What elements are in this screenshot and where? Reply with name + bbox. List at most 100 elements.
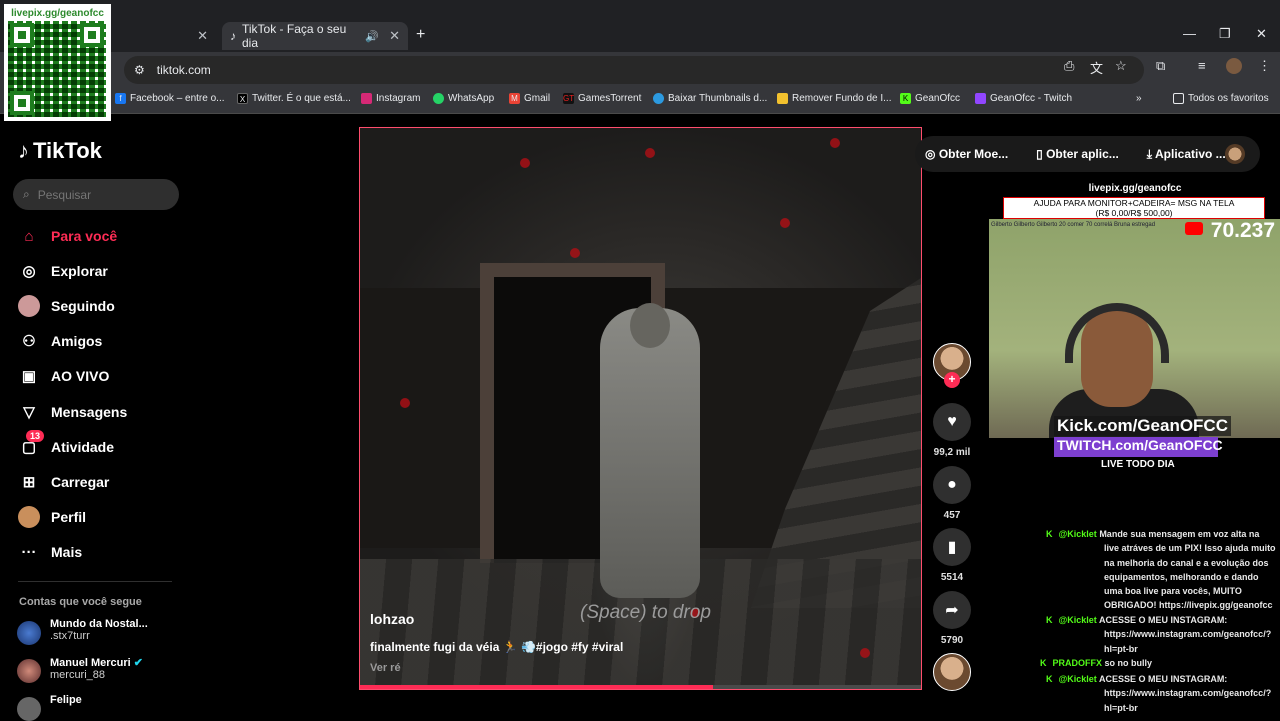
search-icon: ⌕	[23, 187, 30, 201]
video-progress-fill	[360, 685, 714, 689]
menu-icon[interactable]: ⋮	[1258, 58, 1271, 74]
qr-finder	[10, 91, 34, 115]
video-progress-bar[interactable]	[360, 685, 921, 689]
bookmark-facebook[interactable]: f Facebook – entre o...	[115, 93, 225, 104]
comment-button[interactable]: ● 457	[933, 466, 971, 521]
thumbnails-icon	[653, 93, 664, 104]
qr-finder	[10, 23, 34, 47]
browser-tab-bar: ✕ ♪ TikTok - Faça o seu dia 🔊 ✕ + — ❐ ✕	[0, 0, 1280, 52]
new-tab-icon[interactable]: +	[416, 26, 425, 44]
bookmark-whatsapp[interactable]: WhatsApp	[433, 93, 494, 104]
user-avatar[interactable]	[1225, 144, 1245, 164]
divider	[18, 581, 172, 582]
gmail-icon: M	[509, 93, 520, 104]
bookmark-remove-bg[interactable]: Remover Fundo de I...	[777, 93, 892, 104]
translate-icon[interactable]: 文	[1090, 58, 1103, 77]
account-avatar	[17, 621, 41, 645]
bookmark-instagram[interactable]: Instagram	[361, 93, 420, 104]
profile-avatar[interactable]	[1226, 58, 1242, 74]
save-count: 5514	[940, 572, 964, 583]
close-tab-icon[interactable]: ✕	[389, 28, 400, 44]
media-icon[interactable]: ≡	[1198, 58, 1206, 73]
video-description: finalmente fugi da véia 🏃 💨#jogo #fy #vi…	[370, 640, 624, 654]
facebook-icon: f	[115, 93, 126, 104]
chat-user: @Kicklet	[1058, 674, 1097, 684]
creator-avatar-button[interactable]: +	[933, 343, 971, 388]
more-bookmarks-icon[interactable]: »	[1136, 93, 1142, 104]
share-button[interactable]: ➦ 5790	[933, 591, 971, 646]
all-bookmarks[interactable]: Todos os favoritos	[1173, 93, 1269, 104]
follow-plus-icon[interactable]: +	[944, 372, 960, 388]
install-app-icon[interactable]: ⎙	[1064, 58, 1074, 74]
address-row: ⚙ tiktok.com	[0, 52, 1280, 86]
pix-qr-overlay: livepix.gg/geanofcc	[4, 4, 111, 121]
get-coins-button[interactable]: ◎ Obter Moe...	[925, 147, 1022, 161]
verified-icon: ✔	[133, 657, 143, 669]
tiktok-logo[interactable]: ♪ TikTok	[18, 138, 102, 164]
nav-upload[interactable]: ⊞ Carregar	[18, 471, 110, 493]
close-tab-icon[interactable]: ✕	[197, 28, 208, 44]
nav-more[interactable]: ··· Mais	[18, 541, 83, 563]
address-bar[interactable]: ⚙ tiktok.com	[124, 56, 1144, 84]
followed-account[interactable]: Felipe	[17, 694, 82, 721]
chat-message: K @Kicklet ACESSE O MEU INSTAGRAM: https:…	[1046, 672, 1276, 715]
top-right-bar: ◎ Obter Moe... ▯ Obter aplic... ⤓ Aplica…	[915, 136, 1260, 172]
bookmark-kick[interactable]: K GeanOfcc	[900, 93, 960, 104]
followed-account[interactable]: Mundo da Nostal... .stx7turr	[17, 618, 148, 645]
bookmark-gamestorrent[interactable]: GT GamesTorrent	[563, 93, 641, 104]
chat-message: K @Kicklet Mande sua mensagem em voz alta…	[1046, 527, 1276, 613]
ingame-hint: (Space) to drop	[580, 602, 711, 623]
site-info-icon[interactable]: ⚙	[134, 63, 145, 77]
nav-messages[interactable]: ▽ Mensagens	[18, 401, 127, 423]
bookmark-star-icon[interactable]: ☆	[1115, 58, 1127, 74]
like-button[interactable]: ♥ 99,2 mil	[933, 403, 971, 458]
donor-names: Gilberto Gilberto Gilberto 20 comer 70 c…	[991, 222, 1156, 228]
profile-avatar-icon	[18, 506, 40, 528]
followed-account[interactable]: Manuel Mercuri ✔ mercuri_88	[17, 656, 143, 683]
video-player[interactable]: (Space) to drop lohzao finalmente fugi d…	[359, 127, 922, 690]
twitch-banner: TWITCH.com/GeanOFCC	[1054, 437, 1223, 457]
account-name: Mundo da Nostal...	[50, 618, 148, 630]
chat-user: @Kicklet	[1058, 529, 1097, 539]
upload-icon: ⊞	[22, 474, 36, 491]
nav-following[interactable]: Seguindo	[18, 295, 115, 317]
friends-icon: ⚇	[22, 333, 36, 350]
nav-for-you[interactable]: ⌂ Para você	[18, 225, 117, 247]
folder-icon	[1173, 93, 1184, 104]
close-window-icon[interactable]: ✕	[1256, 26, 1267, 42]
bookmark-icon: ▮	[933, 528, 971, 566]
bookmark-twitch[interactable]: GeanOfcc - Twitch	[975, 93, 1072, 104]
messages-icon: ▽	[23, 404, 35, 421]
get-app-button[interactable]: ▯ Obter aplic...	[1036, 147, 1133, 161]
bookmark-twitter[interactable]: X Twitter. É o que está...	[237, 93, 351, 104]
account-name: Felipe	[50, 694, 82, 706]
goal-title: AJUDA PARA MONITOR+CADEIRA= MSG NA TELA	[1033, 198, 1235, 208]
search-input[interactable]	[37, 187, 158, 202]
extensions-icon[interactable]: ⧉	[1156, 58, 1165, 74]
nav-explore[interactable]: ◎ Explorar	[18, 260, 107, 282]
browser-tab-inactive[interactable]: ✕	[112, 22, 216, 50]
see-more-link[interactable]: Ver ré	[370, 662, 401, 674]
nav-friends[interactable]: ⚇ Amigos	[18, 330, 102, 352]
save-button[interactable]: ▮ 5514	[933, 528, 971, 583]
gamestorrent-icon: GT	[563, 93, 575, 104]
nav-profile[interactable]: Perfil	[18, 506, 86, 528]
browser-tab-tiktok[interactable]: ♪ TikTok - Faça o seu dia 🔊 ✕	[222, 22, 408, 50]
bookmark-gmail[interactable]: M Gmail	[509, 93, 550, 104]
music-disc-avatar	[933, 653, 971, 691]
bookmark-thumbnails[interactable]: Baixar Thumbnails d...	[653, 93, 767, 104]
blood-splat	[645, 148, 655, 158]
qr-code	[8, 21, 106, 117]
account-handle: .stx7turr	[50, 630, 90, 642]
music-disc-button[interactable]	[933, 653, 971, 691]
comment-count: 457	[943, 510, 961, 521]
video-author[interactable]: lohzao	[370, 611, 414, 627]
nav-live[interactable]: ▣ AO VIVO	[18, 365, 109, 387]
chat-text: Mande sua mensagem em voz alta na live a…	[1099, 529, 1276, 611]
nav-activity[interactable]: ▢ 13 Atividade	[18, 430, 114, 458]
audio-icon[interactable]: 🔊	[365, 30, 379, 43]
share-arrow-icon: ➦	[933, 591, 971, 629]
restore-icon[interactable]: ❐	[1219, 26, 1231, 42]
minimize-icon[interactable]: —	[1183, 26, 1196, 41]
search-box[interactable]: ⌕	[13, 179, 179, 210]
